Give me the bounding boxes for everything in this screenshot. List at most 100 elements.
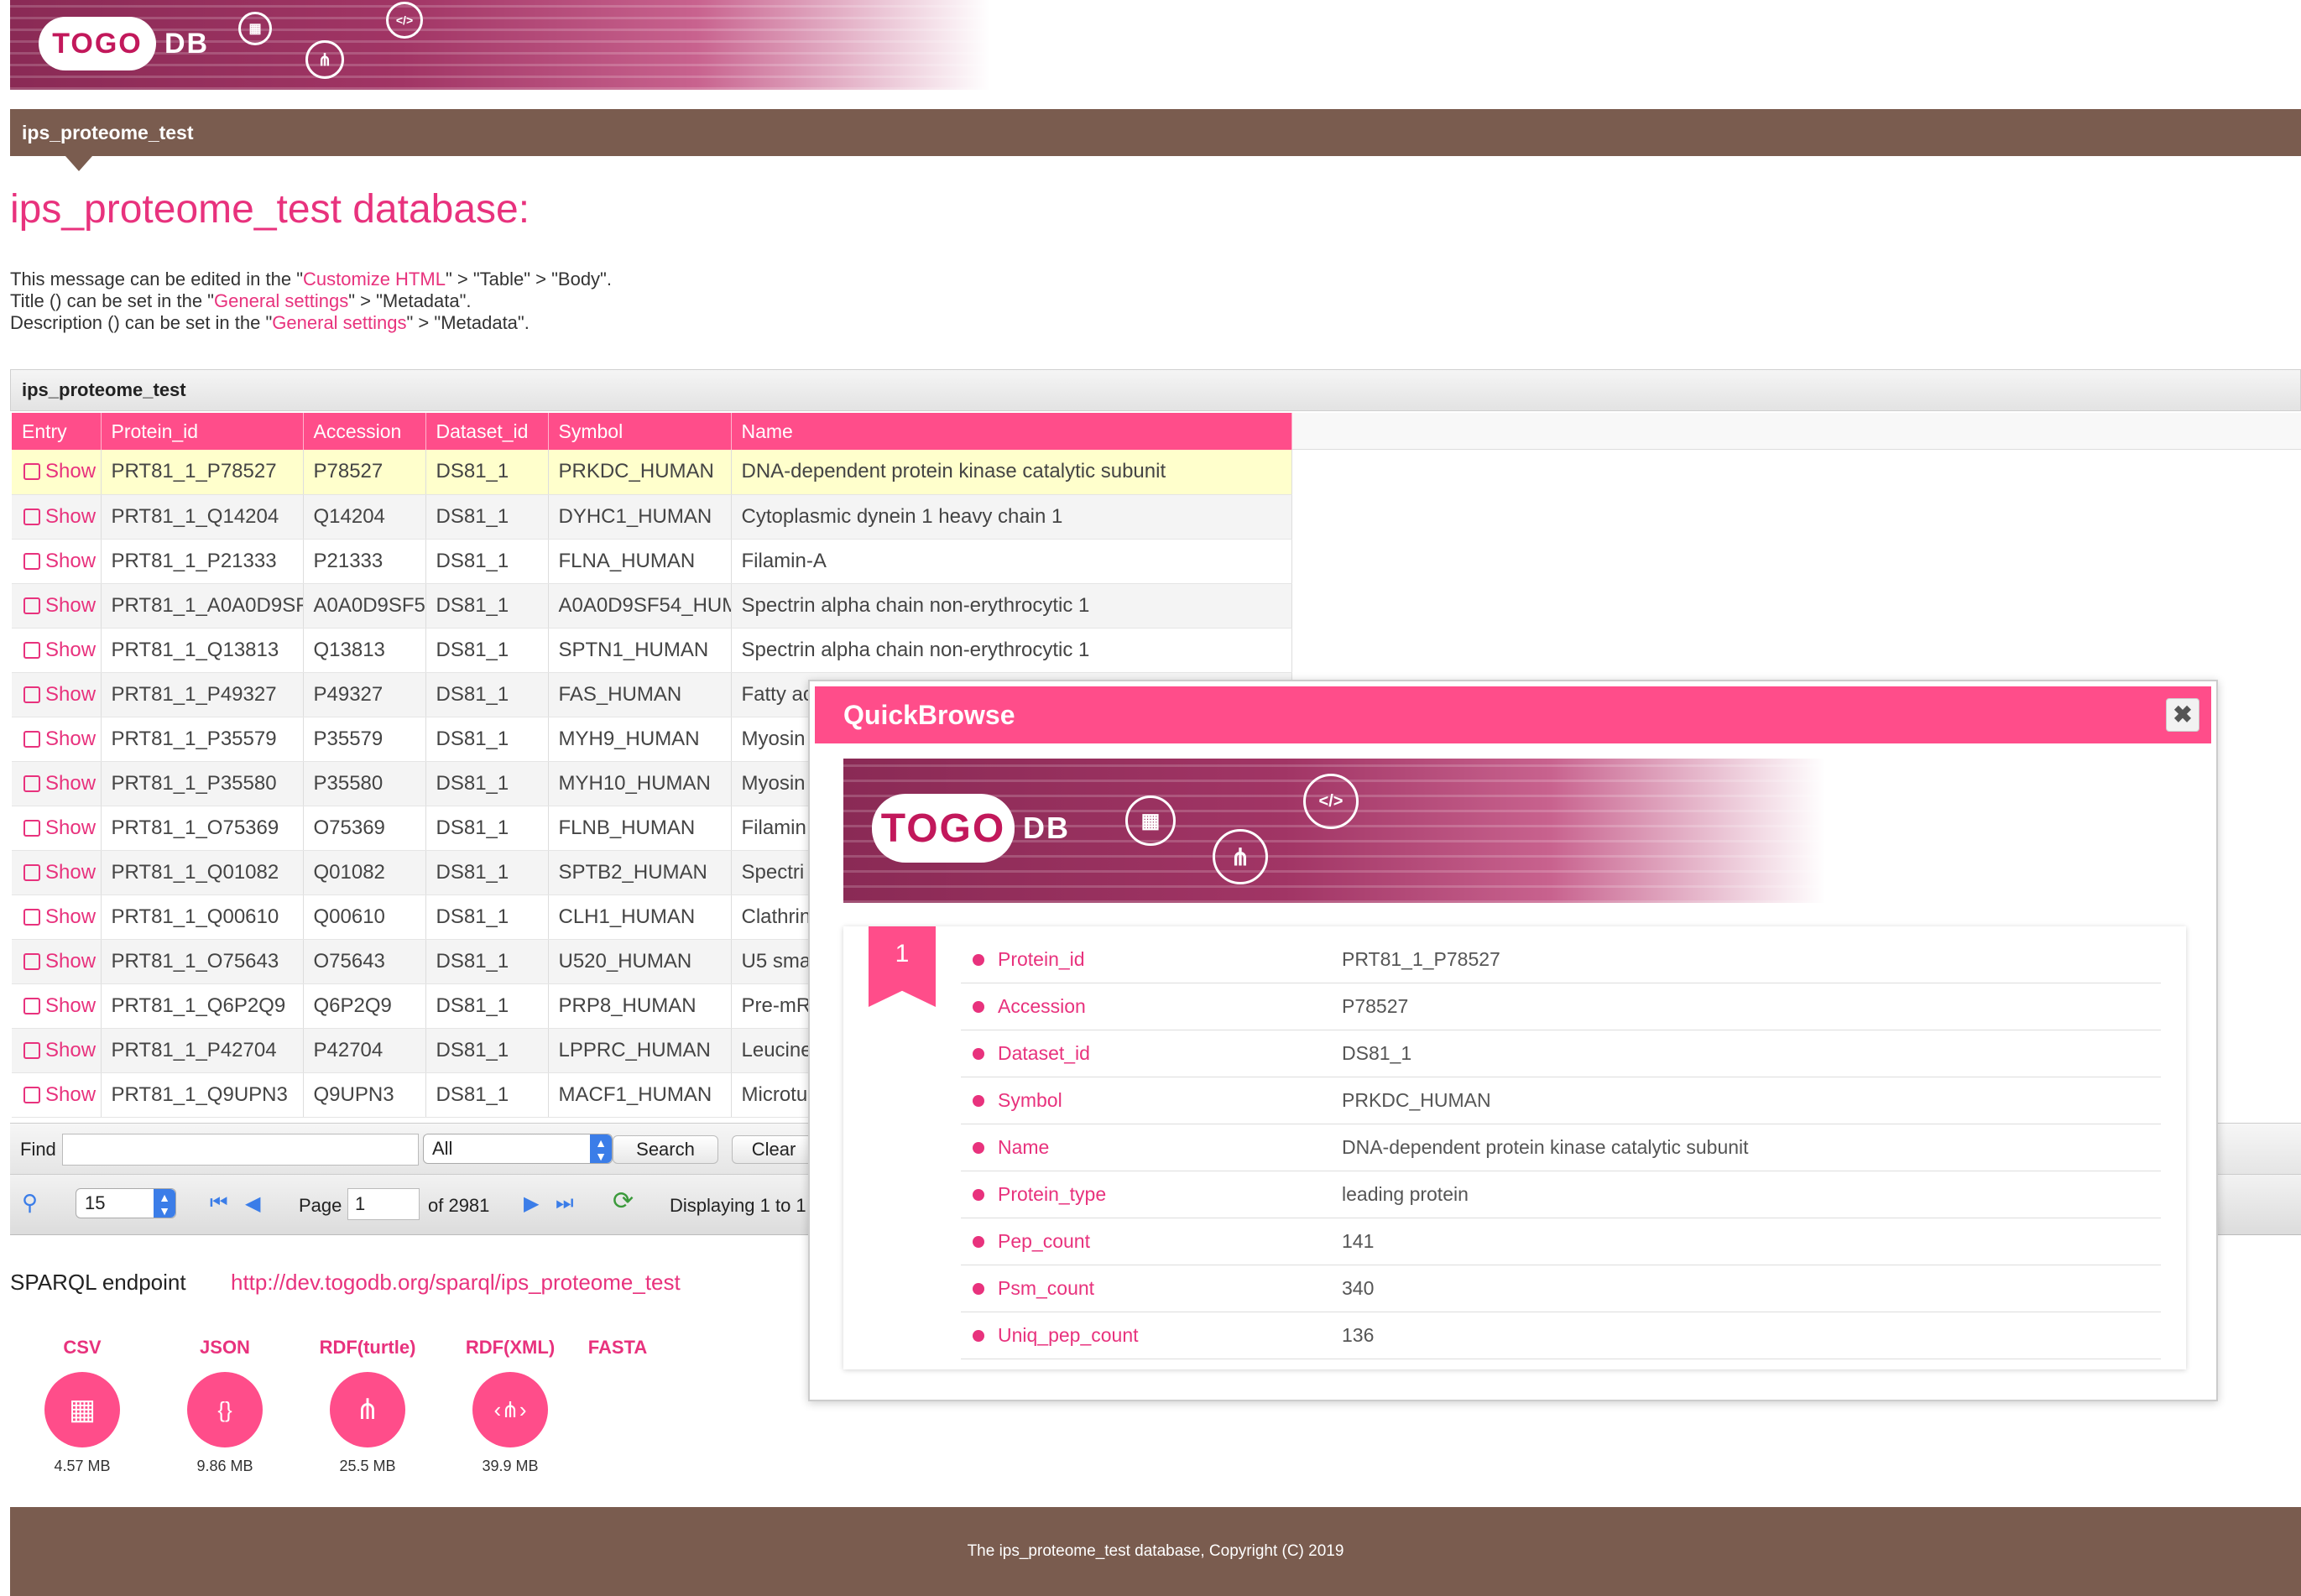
show-label: Show	[45, 994, 97, 1017]
table-cell: P21333	[303, 539, 426, 584]
field-row: Symbol PRKDC_HUMAN	[961, 1077, 2161, 1124]
show-link[interactable]: Show	[23, 950, 96, 973]
download-name: RDF(turtle)	[319, 1337, 416, 1358]
download-size: 4.57 MB	[54, 1458, 111, 1474]
table-row[interactable]: Show PRT81_1_Q14204 Q14204 DS81_1 DYHC1_HUMA…	[12, 494, 1292, 540]
page-input[interactable]: 1	[347, 1188, 420, 1220]
field-row: Uniq_pep_count 136	[961, 1312, 2161, 1359]
show-link[interactable]: Show	[23, 594, 96, 617]
last-page-icon[interactable]: ⏭	[556, 1192, 574, 1215]
share-icon[interactable]: ⋔	[330, 1372, 405, 1447]
prev-page-icon[interactable]: ◀	[245, 1192, 260, 1216]
column-header[interactable]: Protein_id	[101, 413, 304, 450]
select-arrows-icon: ▲ ▼	[590, 1134, 612, 1163]
table-cell: PRT81_1_Q13813	[101, 628, 304, 673]
show-link[interactable]: Show	[23, 772, 96, 795]
general-settings-link[interactable]: General settings	[272, 312, 406, 333]
first-page-icon[interactable]: ⏮	[210, 1192, 228, 1215]
show-label: Show	[45, 727, 97, 750]
table-cell: PRT81_1_Q9UPN3	[101, 1072, 304, 1118]
tab-database[interactable]: ips_proteome_test	[22, 109, 194, 156]
bullet-icon	[973, 1000, 984, 1013]
download-rdf-xml[interactable]: RDF(XML) ‹⋔› 39.9 MB	[460, 1337, 561, 1475]
show-link[interactable]: Show	[23, 994, 96, 1017]
customize-html-link[interactable]: Customize HTML	[303, 269, 446, 289]
show-label: Show	[45, 771, 97, 795]
table-cell: Filamin-A	[731, 539, 1292, 584]
show-label: Show	[45, 460, 97, 483]
close-icon[interactable]: ✖	[2166, 698, 2199, 732]
desc-text: " > "Table" > "Body".	[445, 269, 612, 289]
field-key: Name	[998, 1136, 1050, 1158]
column-header[interactable]: Dataset_id	[425, 413, 549, 450]
show-link[interactable]: Show	[23, 505, 96, 528]
download-rdf-turtle[interactable]: RDF(turtle) ⋔ 25.5 MB	[317, 1337, 418, 1475]
field-value: DS81_1	[1342, 1042, 1412, 1064]
table-header-row: Entry Protein_id Accession Dataset_id Symbol…	[12, 413, 1292, 450]
field-key: Protein_id	[998, 948, 1085, 970]
general-settings-link[interactable]: General settings	[214, 290, 348, 311]
table-cell: FLNB_HUMAN	[548, 806, 732, 851]
download-fasta[interactable]: FASTA	[567, 1337, 668, 1362]
table-row[interactable]: Show PRT81_1_Q13813 Q13813 DS81_1 SPTN1_HUMA…	[12, 628, 1292, 673]
share-xml-icon[interactable]: ‹⋔›	[472, 1372, 548, 1447]
table-cell: DS81_1	[425, 939, 549, 984]
field-value: leading protein	[1342, 1183, 1469, 1205]
table-cell: P49327	[303, 672, 426, 717]
column-header[interactable]: Symbol	[548, 413, 732, 450]
popup-icon	[23, 819, 40, 837]
table-row[interactable]: Show PRT81_1_P21333 P21333 DS81_1 FLNA_HUMAN…	[12, 539, 1292, 584]
dialog-titlebar[interactable]: QuickBrowse ✖	[815, 686, 2211, 743]
show-link[interactable]: Show	[23, 728, 96, 750]
find-label: Find	[20, 1139, 56, 1160]
bullet-icon	[973, 1282, 984, 1295]
page-size-select[interactable]: 15 ▲ ▼	[76, 1188, 176, 1218]
show-label: Show	[45, 949, 97, 973]
column-header[interactable]: Entry	[12, 413, 102, 450]
next-page-icon[interactable]: ▶	[524, 1192, 539, 1216]
show-link[interactable]: Show	[23, 861, 96, 884]
table-cell: DS81_1	[425, 1072, 549, 1118]
record-fields: Protein_id PRT81_1_P78527 Accession P78527 D…	[961, 936, 2161, 1359]
table-cell: PRT81_1_P78527	[101, 450, 304, 495]
show-link[interactable]: Show	[23, 816, 96, 839]
table-cell: DS81_1	[425, 1028, 549, 1073]
show-link[interactable]: Show	[23, 905, 96, 928]
table-cell: P35579	[303, 717, 426, 762]
find-scope-select[interactable]: All ▲ ▼	[423, 1134, 613, 1164]
table-icon[interactable]: ▦	[44, 1372, 120, 1447]
column-header[interactable]: Name	[731, 413, 1292, 450]
clear-button[interactable]: Clear	[732, 1135, 816, 1164]
search-icon[interactable]: ⚲	[22, 1190, 38, 1216]
sparql-endpoint-link[interactable]: http://dev.togodb.org/sparql/ips_proteom…	[231, 1270, 681, 1296]
show-label: Show	[45, 1038, 97, 1061]
table-row[interactable]: Show PRT81_1_A0A0D9SF A0A0D9SF5 DS81_1 A0A0D…	[12, 583, 1292, 628]
table-cell: DS81_1	[425, 539, 549, 584]
show-link[interactable]: Show	[23, 460, 96, 482]
togodb-logo[interactable]: TOGO DB	[39, 17, 209, 70]
search-button[interactable]: Search	[613, 1135, 718, 1164]
table-cell: MYH9_HUMAN	[548, 717, 732, 762]
footer-text: The ips_proteome_test database, Copyrigh…	[967, 1542, 1344, 1560]
show-link[interactable]: Show	[23, 683, 96, 706]
download-json[interactable]: JSON {} 9.86 MB	[175, 1337, 275, 1475]
refresh-icon[interactable]: ⟳	[613, 1187, 634, 1216]
table-cell: DS81_1	[425, 806, 549, 851]
find-scope-value: All	[432, 1138, 453, 1159]
field-row: Protein_type leading protein	[961, 1171, 2161, 1218]
show-link[interactable]: Show	[23, 639, 96, 661]
dialog-title: QuickBrowse	[843, 700, 1015, 730]
json-icon[interactable]: {}	[187, 1372, 263, 1447]
table-cell: Cytoplasmic dynein 1 heavy chain 1	[731, 494, 1292, 540]
download-csv[interactable]: CSV ▦ 4.57 MB	[32, 1337, 133, 1475]
show-link[interactable]: Show	[23, 550, 96, 572]
table-row[interactable]: Show PRT81_1_P78527 P78527 DS81_1 PRKDC_HUMA…	[12, 450, 1292, 495]
field-key: Accession	[998, 995, 1086, 1017]
table-cell: PRT81_1_P35580	[101, 761, 304, 806]
column-header[interactable]: Accession	[303, 413, 426, 450]
table-cell: Show	[12, 717, 102, 762]
find-input[interactable]	[62, 1134, 419, 1166]
show-link[interactable]: Show	[23, 1083, 96, 1106]
show-link[interactable]: Show	[23, 1039, 96, 1061]
nav-bar	[10, 109, 2301, 156]
